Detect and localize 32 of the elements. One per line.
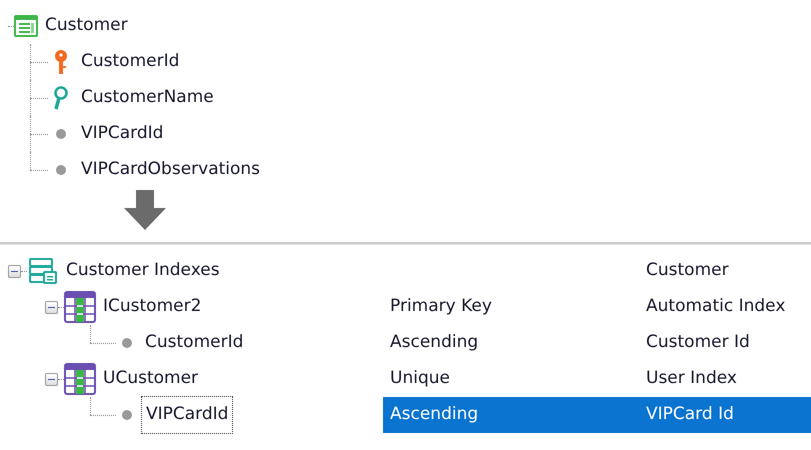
tree-item[interactable]: UCustomer xyxy=(100,366,202,392)
table-cell-text: VIPCard Id xyxy=(646,403,734,426)
table-icon xyxy=(14,15,38,37)
table-cell-text: Customer Id xyxy=(646,331,750,354)
dot-icon xyxy=(122,338,132,348)
attribute-name[interactable]: CustomerName xyxy=(78,85,217,111)
index-table-icon xyxy=(64,291,96,323)
attribute-name[interactable]: VIPCardObservations xyxy=(78,157,264,183)
table-cell-text: Unique xyxy=(390,367,450,390)
table-cell-text: Automatic Index xyxy=(646,295,786,318)
collapse-toggle[interactable] xyxy=(45,300,58,314)
tree-item[interactable]: ICustomer2 xyxy=(100,294,204,320)
table-cell-text: User Index xyxy=(646,367,737,390)
dot-icon xyxy=(122,410,132,420)
table-cell-text: Ascending xyxy=(390,331,478,354)
tree-item[interactable]: Customer Indexes xyxy=(63,258,223,284)
entity-name[interactable]: Customer xyxy=(42,13,131,39)
collapse-toggle[interactable] xyxy=(8,264,21,278)
index-table-icon xyxy=(64,363,96,395)
collapse-toggle[interactable] xyxy=(45,372,58,386)
tree-item[interactable]: VIPCardId xyxy=(142,397,232,433)
key-icon xyxy=(54,50,68,74)
magnifier-icon xyxy=(53,86,69,110)
tree-item[interactable]: CustomerId xyxy=(142,330,246,356)
attribute-name[interactable]: VIPCardId xyxy=(78,121,166,147)
table-cell-text: Ascending xyxy=(390,403,478,426)
server-list-icon xyxy=(29,258,57,284)
attribute-name[interactable]: CustomerId xyxy=(78,49,182,75)
table-cell-text: Customer xyxy=(646,259,729,282)
table-cell-text: Primary Key xyxy=(390,295,492,318)
dot-icon xyxy=(56,129,66,139)
dot-icon xyxy=(56,165,66,175)
